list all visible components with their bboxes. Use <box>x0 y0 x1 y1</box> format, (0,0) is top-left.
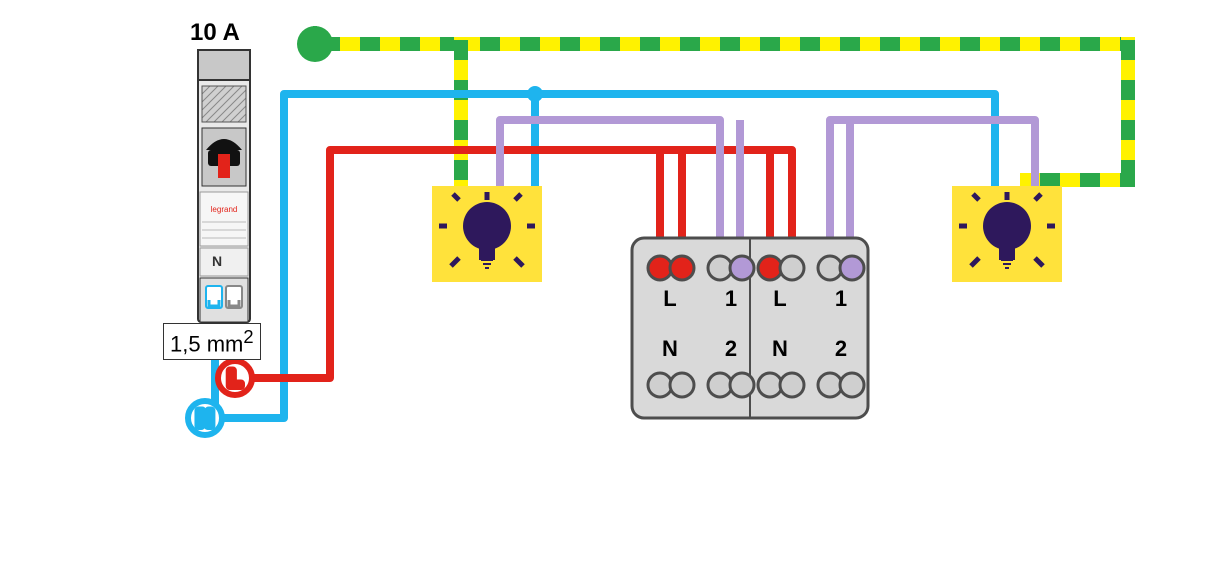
switch-left-1: 1 <box>725 286 737 311</box>
switch-left-L: L <box>663 286 676 311</box>
breaker-n-label: N <box>212 253 222 269</box>
cable-section-value: 1,5 mm <box>170 331 243 356</box>
breaker-rating: 10 A <box>190 19 240 47</box>
switch-right-2: 2 <box>835 336 847 361</box>
node-l-label: L <box>228 366 241 391</box>
node-n-label: N <box>197 406 213 431</box>
cable-section-exp: 2 <box>243 326 253 347</box>
circuit-breaker-icon: legrand N <box>198 50 250 322</box>
lamp-1-icon <box>432 186 542 282</box>
switch-left-2: 2 <box>725 336 737 361</box>
switch-right-L: L <box>773 286 786 311</box>
switch-module: L 1 N 2 L 1 N 2 <box>632 238 868 418</box>
switch-right-1: 1 <box>835 286 847 311</box>
lamp-2-icon <box>952 186 1062 282</box>
breaker-brand: legrand <box>211 205 238 214</box>
switch-right-N: N <box>772 336 788 361</box>
neutral-wire: N <box>188 86 995 435</box>
cable-section-label: 1,5 mm2 <box>163 323 261 360</box>
switch-left-N: N <box>662 336 678 361</box>
